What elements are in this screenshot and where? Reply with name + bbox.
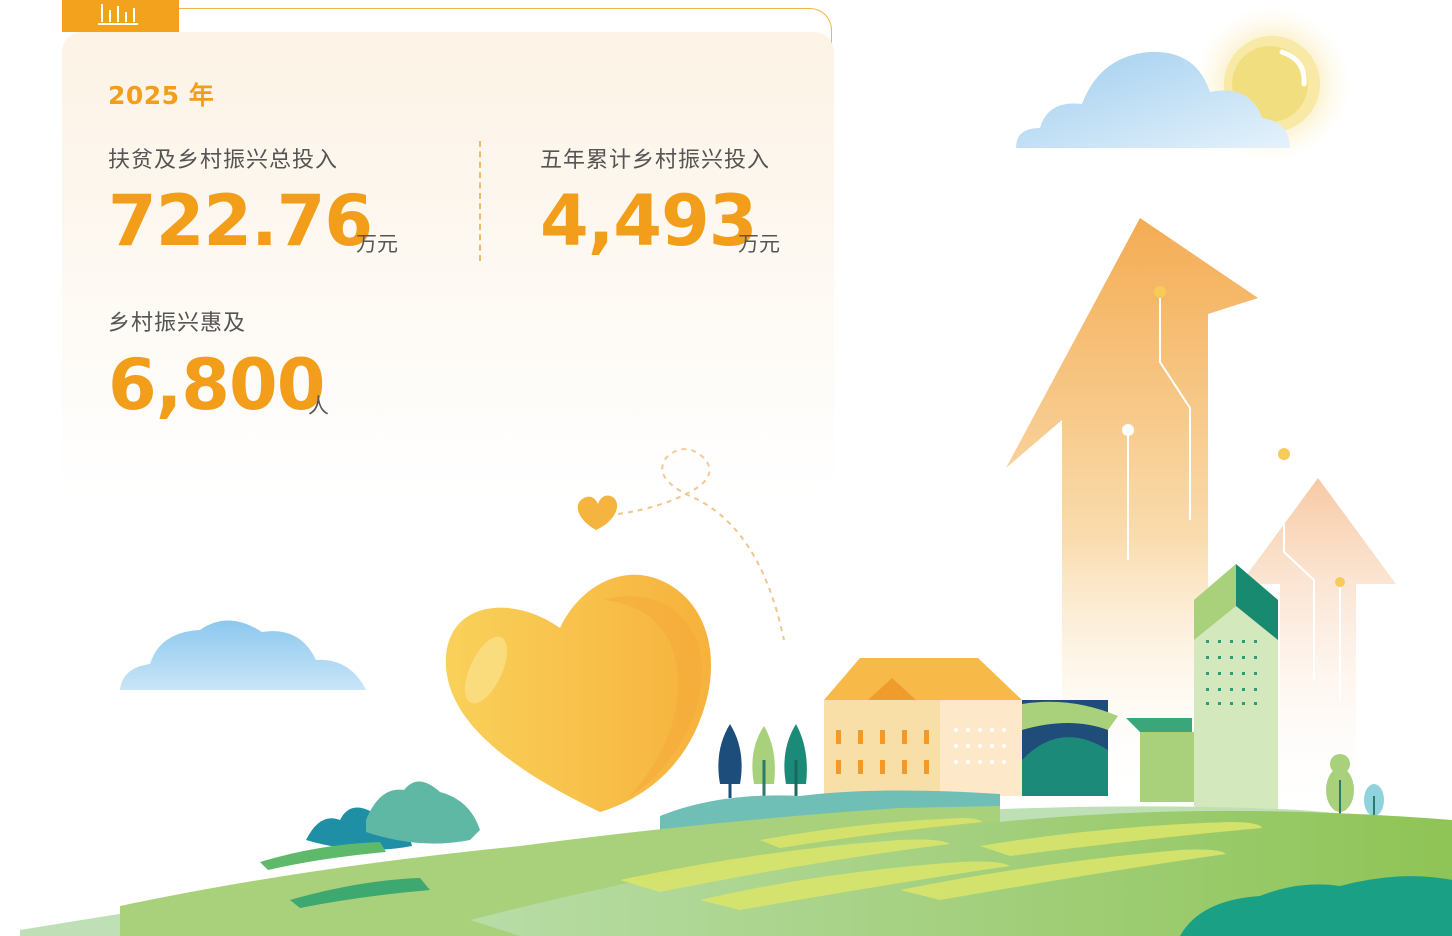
bush-icon xyxy=(306,781,480,850)
divider xyxy=(479,141,481,261)
heart-icon xyxy=(445,574,712,812)
stat-value-total-investment: 722.76 xyxy=(108,180,373,262)
stat-label-beneficiaries: 乡村振兴惠及 xyxy=(108,311,247,336)
year-label: 2025 年 xyxy=(108,81,215,110)
stat-unit-total-investment: 万元 xyxy=(356,232,398,256)
section-badge xyxy=(62,0,179,32)
stat-label-total-investment: 扶贫及乡村振兴总投入 xyxy=(108,148,339,173)
stat-value-beneficiaries: 6,800 xyxy=(108,344,325,426)
heart-icon xyxy=(577,495,618,530)
stat-label-five-year-investment: 五年累计乡村振兴投入 xyxy=(540,148,771,173)
cloud-icon xyxy=(120,620,366,690)
stat-unit-five-year-investment: 万元 xyxy=(738,232,780,256)
stat-value-five-year-investment: 4,493 xyxy=(540,180,757,262)
house-icon xyxy=(824,658,1022,796)
building-icon xyxy=(1140,732,1194,802)
building-icon xyxy=(1194,564,1278,814)
tree-icon xyxy=(718,724,807,798)
stat-unit-beneficiaries: 人 xyxy=(308,394,329,418)
bar-chart-icon xyxy=(98,4,138,25)
